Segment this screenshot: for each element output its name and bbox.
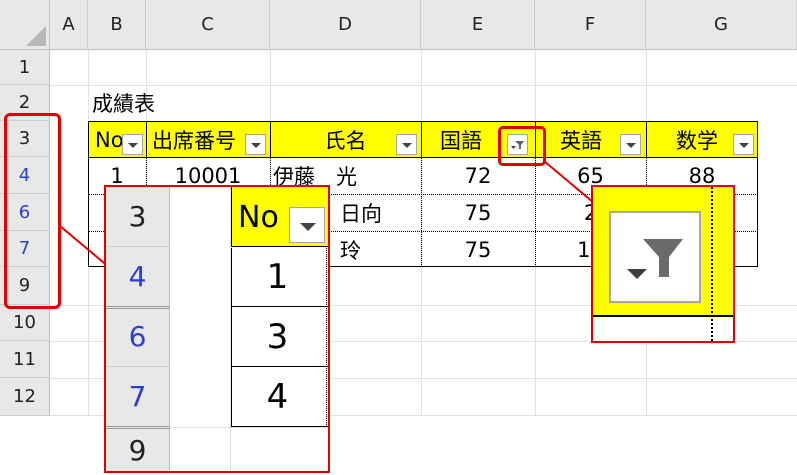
filter-button-no[interactable] [122, 134, 143, 155]
dropdown-arrow-icon [251, 143, 261, 148]
sheet-title: 成績表 [92, 92, 155, 116]
zoom-row-header-3: 3 [106, 187, 170, 247]
header-no: No [95, 127, 123, 152]
column-header-d[interactable]: D [270, 0, 421, 50]
gridline [50, 85, 797, 86]
cell-border [646, 122, 647, 157]
hidden-row-marker [106, 306, 170, 309]
filter-button-math[interactable] [733, 134, 754, 155]
header-english: 英語 [560, 128, 602, 153]
row-header-10[interactable]: 10 [0, 305, 50, 341]
row-header-12[interactable]: 12 [0, 378, 50, 416]
column-header-b[interactable]: B [88, 0, 146, 50]
dropdown-arrow-icon [739, 143, 749, 148]
highlight-filter-button [498, 126, 546, 166]
column-header-a[interactable]: A [50, 0, 88, 50]
cell-border [421, 122, 422, 157]
zoom-cell-border [711, 187, 713, 341]
zoom-row-header-7: 7 [106, 367, 170, 427]
zoom-row-header-9: 9 [106, 427, 170, 471]
zoom-panel-rows: 3 4 6 7 9 No 1 3 4 [104, 185, 330, 473]
dropdown-arrow-icon [626, 143, 636, 148]
filter-button-name[interactable] [396, 134, 417, 155]
zoom-header-no: No [238, 199, 279, 235]
cell-border [146, 122, 147, 157]
zoom-panel-filter-icon [591, 185, 735, 343]
row-header-11[interactable]: 11 [0, 341, 50, 378]
zoom-cell-border [326, 248, 327, 427]
column-header-f[interactable]: F [535, 0, 646, 50]
select-all-triangle-icon [26, 26, 46, 46]
filter-button-student-id[interactable] [245, 134, 266, 155]
dropdown-arrow-icon [300, 223, 316, 231]
header-japanese: 国語 [440, 128, 482, 153]
table-row-cell-japanese: 75 [464, 237, 492, 262]
header-math: 数学 [676, 128, 718, 153]
zoom-cell-value: 3 [266, 316, 289, 357]
table-row-cell-name: 玲 [340, 238, 361, 263]
zoom-row-header-4: 4 [106, 247, 170, 307]
select-all-corner[interactable] [0, 0, 50, 50]
zoom-cell-value: 1 [266, 257, 289, 297]
header-student-id: 出席番号 [152, 128, 236, 153]
column-header-e[interactable]: E [421, 0, 535, 50]
gridline [170, 427, 328, 428]
zoom-filter-button-no [289, 207, 325, 243]
zoom-cell-value: 4 [266, 376, 289, 417]
hidden-row-marker [106, 426, 170, 429]
row-header-1[interactable]: 1 [0, 50, 50, 85]
highlight-row-headers [4, 113, 61, 309]
table-row-cell-japanese: 75 [464, 201, 492, 225]
filter-active-icon [627, 239, 683, 279]
table-row-cell-name: 日向 [340, 202, 382, 226]
dropdown-arrow-icon [402, 143, 412, 148]
zoom-cell-border [231, 426, 328, 427]
dropdown-arrow-icon [128, 143, 138, 148]
column-header-c[interactable]: C [146, 0, 270, 50]
zoom-row-header-6: 6 [106, 307, 170, 367]
column-header-g[interactable]: G [646, 0, 797, 50]
zoom-filter-button [609, 211, 701, 303]
filter-button-english[interactable] [620, 134, 641, 155]
